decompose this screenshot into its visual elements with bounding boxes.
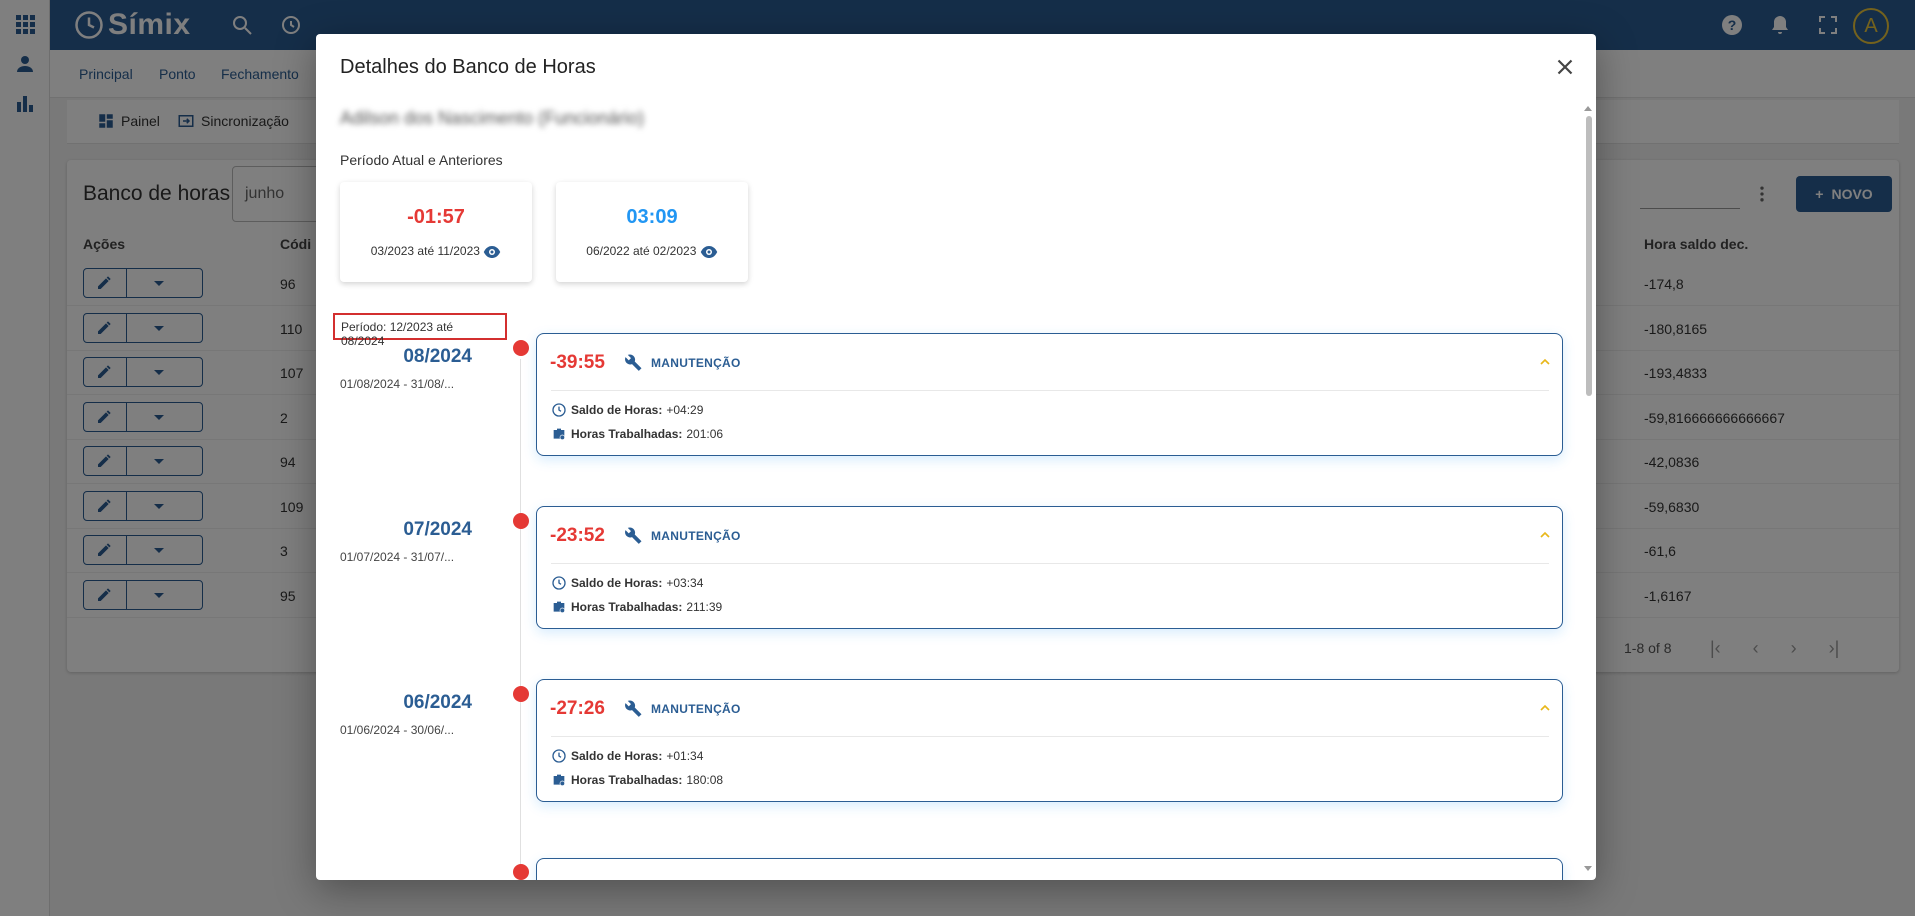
- chevron-up-icon[interactable]: [1537, 700, 1553, 716]
- timeline-dot: [513, 864, 529, 880]
- trabalhadas-value: 211:39: [686, 600, 723, 614]
- saldo-row: Saldo de Horas: +04:29: [551, 402, 703, 418]
- saldo-label: Saldo de Horas:: [571, 576, 663, 590]
- work-briefcase-icon: [553, 601, 565, 613]
- trabalhadas-row: Horas Trabalhadas: 180:08: [551, 772, 723, 788]
- summary-card: -01:57 03/2023 até 11/2023: [340, 182, 532, 282]
- timeline-entry-card[interactable]: -39:55 MANUTENÇÃO Saldo de Horas: +04:29 Hor…: [536, 333, 1563, 456]
- saldo-value: +03:34: [666, 576, 704, 590]
- entry-divider: [551, 736, 1549, 737]
- dialog-title: Detalhes do Banco de Horas: [340, 56, 596, 78]
- timeline-month: 06/2024: [403, 692, 472, 713]
- saldo-row: Saldo de Horas: +01:34: [551, 748, 703, 764]
- wrench-icon: [625, 527, 642, 544]
- timeline-entry-card[interactable]: -23:52 MANUTENÇÃO Saldo de Horas: +03:34 Hor…: [536, 506, 1563, 629]
- summary-value: -01:57: [407, 206, 465, 228]
- scroll-up-arrow[interactable]: [1584, 106, 1592, 111]
- saldo-row: Saldo de Horas: +03:34: [551, 575, 703, 591]
- entry-tag: MANUTENÇÃO: [651, 356, 741, 370]
- timeline-range: 01/06/2024 - 30/06/...: [340, 723, 455, 737]
- entry-tag: MANUTENÇÃO: [651, 529, 741, 543]
- scroll-down-arrow[interactable]: [1584, 866, 1592, 871]
- trabalhadas-row: Horas Trabalhadas: 201:06: [551, 426, 723, 442]
- entry-balance: -23:52: [550, 525, 605, 546]
- periodo-label: Período Atual e Anteriores: [340, 152, 503, 168]
- summary-range-text: 06/2022 até 02/2023: [586, 244, 697, 258]
- timeline-dot: [513, 340, 529, 356]
- entry-balance: -39:55: [550, 352, 605, 373]
- summary-range: 06/2022 até 02/2023: [556, 244, 748, 259]
- chevron-up-icon[interactable]: [1537, 354, 1553, 370]
- summary-card: 03:09 06/2022 até 02/2023: [556, 182, 748, 282]
- work-briefcase-icon: [553, 428, 565, 440]
- timeline-entry-card[interactable]: -27:26 MANUTENÇÃO Saldo de Horas: +01:34 Hor…: [536, 679, 1563, 802]
- timeline-range: 01/07/2024 - 31/07/...: [340, 550, 455, 564]
- timeline-entry-partial[interactable]: [536, 858, 1563, 880]
- entry-divider: [551, 563, 1549, 564]
- clock-icon: [552, 576, 566, 590]
- summary-value: 03:09: [626, 206, 678, 228]
- entry-balance: -27:26: [550, 698, 605, 719]
- chevron-up-icon[interactable]: [1537, 527, 1553, 543]
- summary-range: 03/2023 até 11/2023: [340, 244, 532, 259]
- saldo-label: Saldo de Horas:: [571, 749, 663, 763]
- period-highlight: Período: 12/2023 até 08/2024: [333, 313, 507, 348]
- trabalhadas-label: Horas Trabalhadas:: [571, 773, 683, 787]
- timeline-range: 01/08/2024 - 31/08/...: [340, 377, 455, 391]
- entry-tag: MANUTENÇÃO: [651, 702, 741, 716]
- wrench-icon: [625, 354, 642, 371]
- timeline-month: 08/2024: [403, 346, 472, 367]
- timeline-dot: [513, 513, 529, 529]
- work-briefcase-icon: [553, 774, 565, 786]
- wrench-icon: [625, 700, 642, 717]
- eye-icon[interactable]: [483, 245, 501, 259]
- banco-horas-dialog: Detalhes do Banco de Horas Adilson dos N…: [316, 34, 1596, 880]
- trabalhadas-label: Horas Trabalhadas:: [571, 427, 683, 441]
- trabalhadas-value: 180:08: [686, 773, 724, 787]
- saldo-value: +04:29: [666, 403, 704, 417]
- trabalhadas-row: Horas Trabalhadas: 211:39: [551, 599, 722, 615]
- saldo-value: +01:34: [666, 749, 704, 763]
- timeline-month: 07/2024: [403, 519, 472, 540]
- saldo-label: Saldo de Horas:: [571, 403, 663, 417]
- trabalhadas-label: Horas Trabalhadas:: [571, 600, 683, 614]
- eye-icon[interactable]: [700, 245, 718, 259]
- timeline-dot: [513, 686, 529, 702]
- clock-icon: [552, 749, 566, 763]
- summary-range-text: 03/2023 até 11/2023: [370, 244, 480, 258]
- scrollbar-thumb[interactable]: [1586, 116, 1592, 396]
- trabalhadas-value: 201:06: [686, 427, 724, 441]
- timeline-line: [520, 359, 521, 880]
- clock-icon: [552, 403, 566, 417]
- entry-divider: [551, 390, 1549, 391]
- employee-name-blurred: Adilson dos Nascimento (Funcionário): [340, 108, 645, 128]
- close-icon[interactable]: [1552, 54, 1578, 80]
